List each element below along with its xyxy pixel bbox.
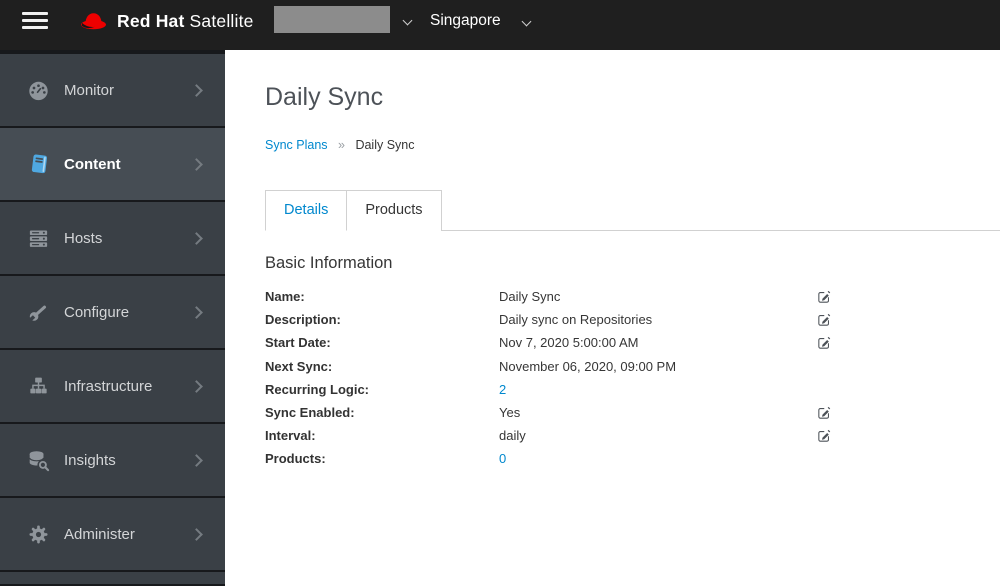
edit-icon[interactable] [811, 336, 831, 350]
info-label: Start Date: [265, 335, 331, 351]
basic-information-grid: Name: Daily Sync Description: Daily sync… [265, 285, 831, 471]
info-value: Nov 7, 2020 5:00:00 AM [499, 335, 639, 351]
chevron-right-icon [190, 157, 203, 171]
database-search-icon [27, 449, 50, 472]
info-value-link[interactable]: 0 [499, 447, 811, 470]
chevron-right-icon [190, 83, 203, 97]
breadcrumb-current: Daily Sync [355, 138, 415, 152]
organization-dropdown[interactable] [274, 6, 413, 33]
chevron-right-icon [190, 305, 203, 319]
chevron-right-icon [190, 379, 203, 393]
sidebar-item-hosts[interactable]: Hosts [0, 202, 225, 274]
breadcrumb-separator: » [338, 138, 345, 152]
page-title: Daily Sync [265, 83, 384, 111]
sidebar-item-monitor[interactable]: Monitor [0, 54, 225, 126]
info-value-link[interactable]: 2 [499, 378, 811, 401]
info-value: daily [499, 428, 526, 444]
redhat-fedora-icon [81, 13, 106, 30]
section-title: Basic Information [265, 254, 393, 272]
sidebar-item-label: Hosts [64, 229, 103, 247]
edit-icon[interactable] [811, 290, 831, 304]
tab-details[interactable]: Details [265, 190, 348, 231]
info-value: Daily sync on Repositories [499, 312, 653, 328]
sidebar-item-label: Infrastructure [64, 377, 153, 395]
info-label: Next Sync: [265, 358, 333, 374]
main-content: Daily Sync Sync Plans » Daily Sync Detai… [225, 50, 1000, 586]
gear-icon [27, 523, 50, 546]
masthead: Red Hat Satellite Singapore [0, 0, 1000, 50]
wrench-icon [27, 301, 50, 324]
info-row-description: Description: Daily sync on Repositories [265, 308, 831, 331]
chevron-right-icon [190, 527, 203, 541]
info-row-recurring-logic: Recurring Logic: 2 [265, 378, 831, 401]
sidebar-item-label: Administer [64, 525, 135, 543]
info-label: Recurring Logic: [265, 381, 370, 397]
sidebar-item-content[interactable]: Content [0, 128, 225, 200]
edit-icon[interactable] [811, 429, 831, 443]
vertical-nav: Monitor Content Hosts Configure Infrastr… [0, 50, 225, 586]
info-row-sync-enabled: Sync Enabled: Yes [265, 401, 831, 424]
chevron-right-icon [190, 231, 203, 245]
tab-bar: Details Products [265, 190, 1000, 231]
info-label: Interval: [265, 428, 316, 444]
brand-name: Red Hat [117, 10, 185, 31]
info-label: Sync Enabled: [265, 405, 355, 421]
sidebar-item-insights[interactable]: Insights [0, 424, 225, 496]
sidebar-item-label: Content [64, 155, 121, 173]
sidebar-item-label: Monitor [64, 81, 115, 99]
info-value: November 06, 2020, 09:00 PM [499, 358, 677, 374]
info-value: Daily Sync [499, 289, 561, 304]
hamburger-menu-button[interactable] [22, 12, 48, 29]
info-row-next-sync: Next Sync: November 06, 2020, 09:00 PM [265, 355, 831, 378]
edit-icon[interactable] [811, 406, 831, 420]
info-label: Name: [265, 289, 305, 304]
sidebar-item-label: Configure [64, 303, 130, 321]
info-label: Description: [265, 312, 341, 328]
info-label: Products: [265, 451, 326, 467]
organization-value-redacted [274, 6, 390, 33]
info-row-name: Name: Daily Sync [265, 285, 831, 308]
info-row-interval: Interval: daily [265, 424, 831, 447]
sitemap-icon [27, 375, 50, 398]
location-dropdown[interactable]: Singapore [430, 9, 532, 33]
sidebar-item-administer[interactable]: Administer [0, 498, 225, 570]
breadcrumb: Sync Plans » Daily Sync [265, 138, 1000, 153]
brand-logo[interactable]: Red Hat Satellite [78, 7, 254, 35]
tab-products[interactable]: Products [347, 190, 442, 231]
sidebar-item-infrastructure[interactable]: Infrastructure [0, 350, 225, 422]
sidebar-item-configure[interactable]: Configure [0, 276, 225, 348]
book-icon [27, 153, 50, 176]
chevron-down-icon [402, 15, 413, 26]
breadcrumb-link-sync-plans[interactable]: Sync Plans [265, 138, 328, 152]
chevron-right-icon [190, 453, 203, 467]
edit-icon[interactable] [811, 313, 831, 327]
info-row-start-date: Start Date: Nov 7, 2020 5:00:00 AM [265, 331, 831, 354]
chevron-down-icon [521, 16, 532, 27]
tachometer-icon [27, 79, 50, 102]
brand-product: Satellite [189, 10, 254, 31]
sidebar-item-label: Insights [64, 451, 116, 469]
info-value: Yes [499, 405, 521, 421]
server-icon [27, 227, 50, 250]
info-row-products: Products: 0 [265, 447, 831, 470]
location-label: Singapore [430, 12, 501, 29]
sidebar-item-partial[interactable] [0, 572, 225, 584]
